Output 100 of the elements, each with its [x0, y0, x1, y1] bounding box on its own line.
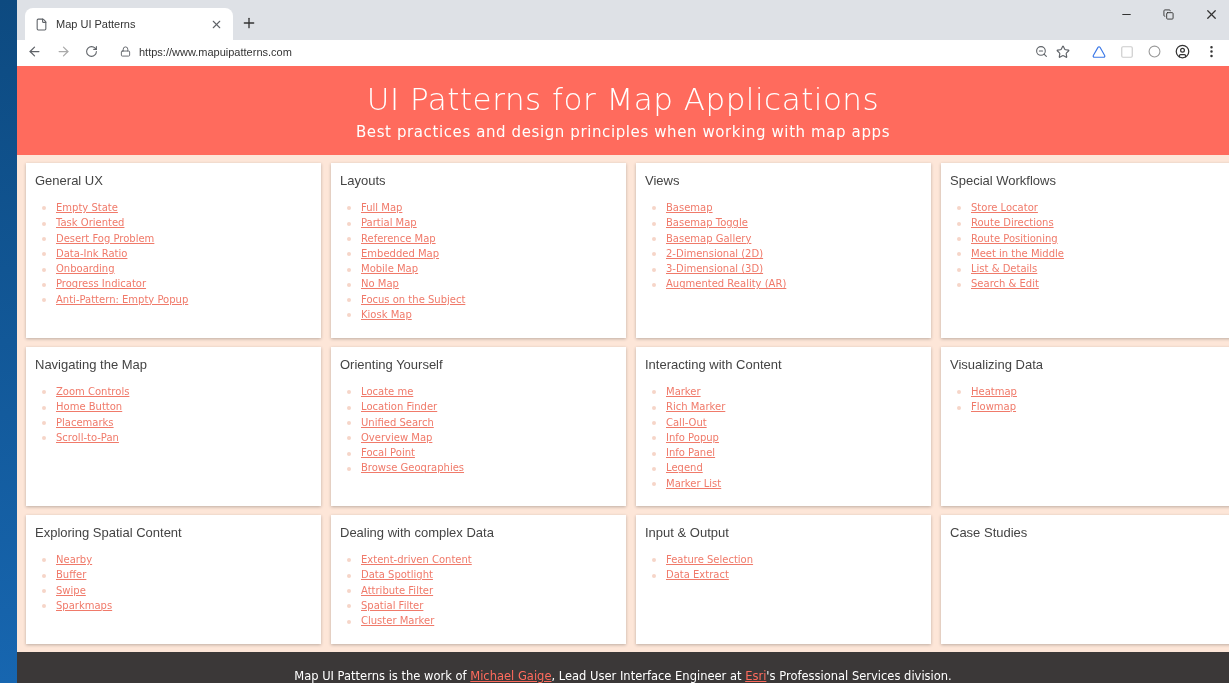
card-title: Special Workflows — [950, 173, 1057, 188]
pattern-link[interactable]: Rich Marker — [666, 401, 726, 414]
pattern-link[interactable]: Embedded Map — [361, 247, 440, 261]
pattern-link[interactable]: Placemarks — [56, 416, 114, 430]
bullet-icon — [42, 436, 46, 441]
bullet-icon — [347, 436, 351, 441]
tab-title: Map UI Patterns — [56, 18, 137, 30]
pattern-link[interactable]: Reference Map — [361, 232, 436, 246]
pattern-link[interactable]: Progress Indicator — [56, 278, 147, 292]
card-title: Input & Output — [645, 525, 730, 540]
triangle-icon[interactable] — [1092, 44, 1106, 59]
pattern-link[interactable]: Task Oriented — [56, 217, 125, 230]
bullet-icon — [347, 619, 351, 624]
pattern-link[interactable]: Augmented Reality (AR) — [666, 278, 787, 292]
pattern-link[interactable]: Onboarding — [56, 263, 115, 276]
account-icon[interactable] — [1175, 44, 1190, 59]
pattern-link[interactable]: Basemap — [666, 202, 713, 215]
back-icon[interactable] — [27, 44, 42, 59]
bullet-icon — [347, 451, 351, 456]
pattern-link[interactable]: Meet in the Middle — [971, 247, 1064, 261]
pattern-link[interactable]: Basemap Toggle — [666, 217, 748, 230]
pattern-link[interactable]: Store Locator — [971, 202, 1038, 215]
browser-tab[interactable]: Map UI Patterns — [25, 8, 233, 40]
footer-link[interactable]: Esri — [745, 669, 767, 683]
pattern-link[interactable]: Route Directions — [971, 217, 1054, 230]
pattern-link[interactable]: Extent-driven Content — [361, 554, 472, 567]
bullet-icon — [652, 206, 656, 211]
card-title: Navigating the Map — [35, 357, 148, 372]
pattern-link[interactable]: Sparkmaps — [56, 599, 113, 613]
page-icon — [35, 17, 48, 31]
pattern-link[interactable]: Marker — [666, 386, 701, 399]
pattern-link[interactable]: Nearby — [56, 554, 93, 567]
pattern-link[interactable]: Search & Edit — [971, 278, 1039, 292]
pattern-link[interactable]: 2-Dimensional (2D) — [666, 247, 764, 261]
pattern-link[interactable]: Anti-Pattern: Empty Popup — [56, 293, 189, 307]
bullet-icon — [42, 206, 46, 211]
bullet-icon — [652, 221, 656, 226]
bullet-icon — [957, 206, 961, 211]
pattern-link[interactable]: Scroll-to-Pan — [56, 431, 119, 445]
pattern-link[interactable]: List & Details — [971, 263, 1038, 276]
pattern-link[interactable]: Focus on the Subject — [361, 293, 466, 307]
bullet-icon — [42, 573, 46, 578]
pattern-link[interactable]: Swipe — [56, 584, 86, 598]
bullet-icon — [652, 451, 656, 456]
bullet-icon — [652, 558, 656, 563]
bullet-icon — [347, 298, 351, 303]
pattern-link[interactable]: Basemap Gallery — [666, 232, 752, 246]
bullet-icon — [652, 267, 656, 272]
bullet-icon — [652, 282, 656, 287]
pattern-link[interactable]: Overview Map — [361, 431, 433, 445]
bullet-icon — [957, 267, 961, 272]
pattern-link[interactable]: Buffer — [56, 569, 87, 582]
pattern-link[interactable]: Spatial Filter — [361, 599, 424, 613]
pattern-link[interactable]: Marker List — [666, 477, 722, 491]
pattern-link[interactable]: Info Panel — [666, 447, 716, 460]
bullet-icon — [42, 236, 46, 241]
pattern-link[interactable]: Route Positioning — [971, 232, 1058, 246]
pattern-link[interactable]: Zoom Controls — [56, 386, 130, 399]
pattern-link[interactable]: Kiosk Map — [361, 309, 412, 322]
pattern-link[interactable]: Empty State — [56, 202, 118, 215]
pattern-link[interactable]: Desert Fog Problem — [56, 232, 155, 246]
reload-icon[interactable] — [85, 45, 98, 58]
pattern-link[interactable]: Full Map — [361, 202, 403, 215]
new-tab-icon[interactable] — [241, 15, 257, 31]
pattern-link[interactable]: Feature Selection — [666, 554, 754, 567]
pattern-link[interactable]: Attribute Filter — [361, 584, 434, 598]
bullet-icon — [42, 405, 46, 410]
circle-icon[interactable] — [1148, 45, 1161, 58]
bullet-icon — [42, 221, 46, 226]
pattern-link[interactable]: Heatmap — [971, 386, 1017, 399]
bullet-icon — [957, 221, 961, 226]
pattern-link[interactable]: Legend — [666, 462, 703, 476]
pattern-link[interactable]: Flowmap — [971, 401, 1017, 414]
pattern-link[interactable]: Data Extract — [666, 569, 729, 582]
card-title: Layouts — [340, 173, 387, 188]
pattern-link[interactable]: No Map — [361, 278, 399, 292]
pattern-link[interactable]: Info Popup — [666, 431, 719, 445]
pattern-link[interactable]: Home Button — [56, 401, 123, 414]
restore-icon[interactable] — [1163, 8, 1174, 20]
zoom-out-icon — [1035, 45, 1048, 58]
pattern-link[interactable]: 3-Dimensional (3D) — [666, 263, 764, 276]
pattern-link[interactable]: Focal Point — [361, 447, 415, 460]
pattern-link[interactable]: Browse Geographies — [361, 462, 465, 476]
bullet-icon — [347, 267, 351, 272]
bullet-icon — [347, 206, 351, 211]
pattern-link[interactable]: Mobile Map — [361, 263, 419, 276]
bullet-icon — [42, 604, 46, 609]
bullet-icon — [957, 390, 961, 395]
pattern-link[interactable]: Unified Search — [361, 416, 434, 430]
bullet-icon — [652, 466, 656, 471]
pattern-link[interactable]: Partial Map — [361, 217, 417, 230]
card-title: Dealing with complex Data — [340, 525, 495, 540]
pattern-link[interactable]: Locate me — [361, 386, 414, 399]
address-bar[interactable]: https://www.mapuipatterns.com — [112, 40, 1078, 63]
pattern-link[interactable]: Call-Out — [666, 416, 707, 430]
pattern-link[interactable]: Cluster Marker — [361, 615, 435, 628]
pattern-link[interactable]: Data Spotlight — [361, 569, 433, 582]
pattern-link[interactable]: Data-Ink Ratio — [56, 247, 128, 261]
pattern-link[interactable]: Location Finder — [361, 401, 438, 414]
footer-text: Map UI Patterns is the work of Michael Gaige, Lead User Interface Engineer at Esri's Professional Services division. — [294, 669, 952, 683]
